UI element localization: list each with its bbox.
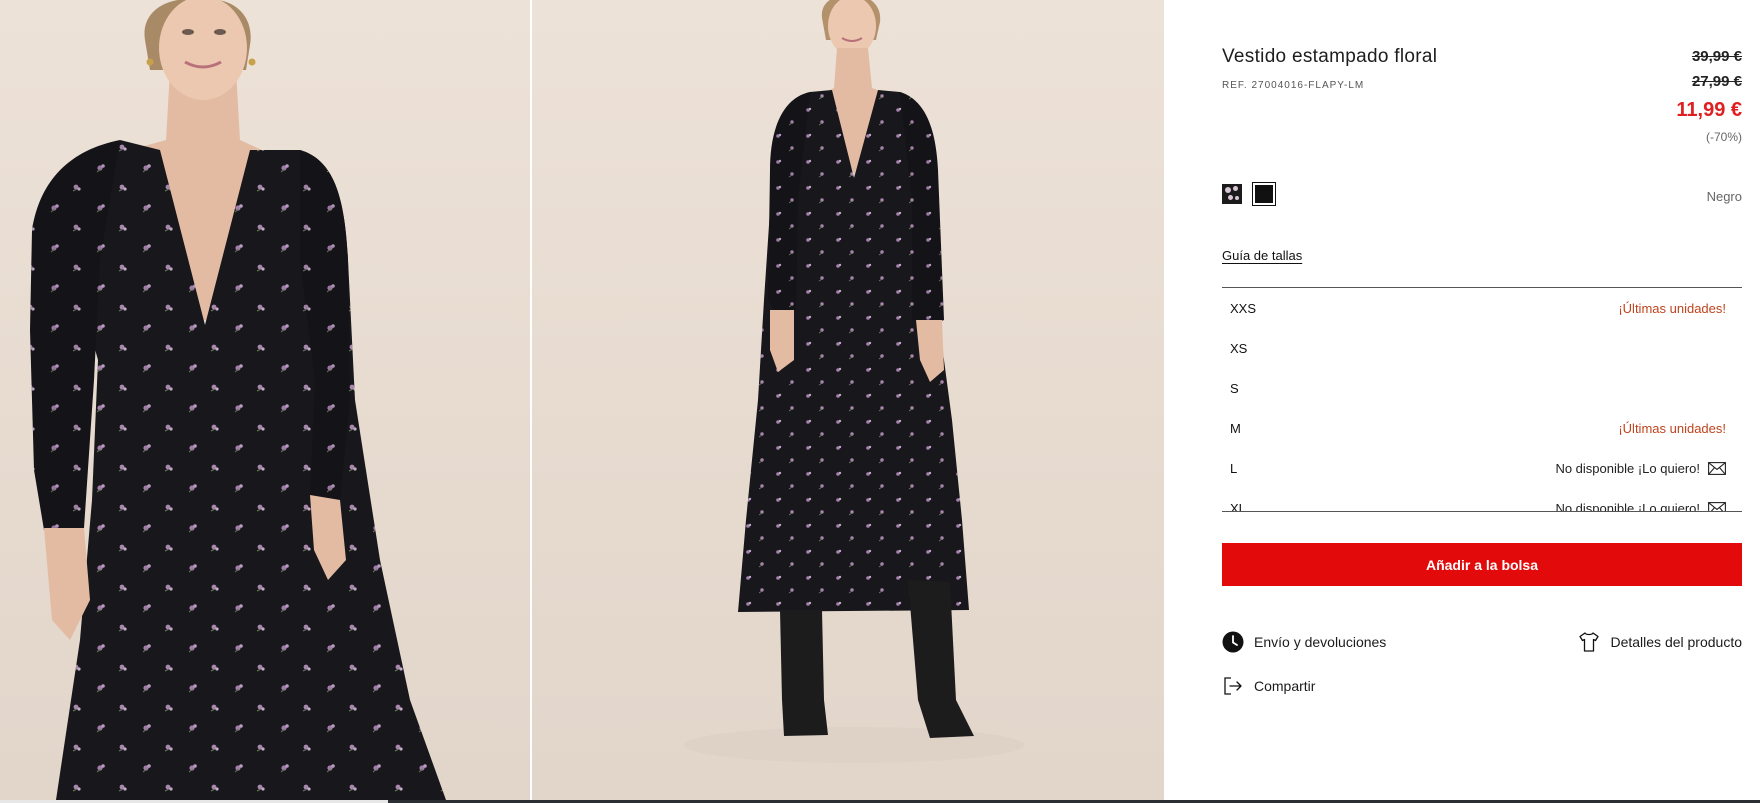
share-icon xyxy=(1224,677,1242,695)
share-label: Compartir xyxy=(1254,678,1316,694)
size-label: XL xyxy=(1230,500,1246,512)
size-availability-notify[interactable]: No disponible ¡Lo quiero! xyxy=(1555,461,1726,476)
size-label: XXS xyxy=(1230,300,1257,316)
original-price-1: 39,99 € xyxy=(1691,48,1742,65)
model-fullbody-illustration xyxy=(684,0,1024,763)
current-price: 11,99 € xyxy=(1676,99,1742,121)
shipping-returns-label: Envío y devoluciones xyxy=(1254,634,1387,650)
product-reference: REF. 27004016-FLAPY-LM xyxy=(1222,80,1365,91)
size-option-l[interactable]: L No disponible ¡Lo quiero! xyxy=(1222,448,1742,488)
size-label: XS xyxy=(1230,340,1248,356)
product-gallery xyxy=(0,0,1164,800)
size-label: L xyxy=(1230,460,1238,476)
shipping-returns-link[interactable]: Envío y devoluciones xyxy=(1222,631,1386,653)
selected-color-name: Negro xyxy=(1706,189,1742,204)
size-option-xl[interactable]: XL No disponible ¡Lo quiero! xyxy=(1222,488,1742,512)
size-option-s[interactable]: S xyxy=(1222,368,1742,408)
color-swatches xyxy=(1222,182,1276,206)
product-photo-closeup[interactable] xyxy=(0,0,530,800)
model-closeup-illustration xyxy=(30,0,446,800)
share-link[interactable]: Compartir xyxy=(1222,675,1315,697)
mail-icon xyxy=(1708,461,1726,475)
size-availability-text: No disponible ¡Lo quiero! xyxy=(1555,500,1700,512)
size-option-xs[interactable]: XS xyxy=(1222,328,1742,368)
tshirt-icon xyxy=(1579,632,1600,652)
size-availability-notify[interactable]: No disponible ¡Lo quiero! xyxy=(1555,500,1726,512)
mail-icon xyxy=(1708,501,1726,511)
size-option-xxs[interactable]: XXS ¡Últimas unidades! xyxy=(1222,288,1742,328)
product-details-link[interactable]: Detalles del producto xyxy=(1578,631,1742,653)
color-swatch-floral[interactable] xyxy=(1222,184,1242,204)
product-photo-fullbody[interactable] xyxy=(532,0,1164,800)
original-price-2: 27,99 € xyxy=(1691,73,1742,90)
size-availability: ¡Últimas unidades! xyxy=(1618,420,1726,436)
price-block: 39,99 € 27,99 € 11,99 € (-70%) xyxy=(1676,44,1742,145)
color-swatch-black-selected[interactable] xyxy=(1252,182,1276,206)
size-label: S xyxy=(1230,380,1239,396)
clock-icon xyxy=(1222,631,1244,653)
product-page: Vestido estampado floral REF. 27004016-F… xyxy=(0,0,1760,803)
size-list[interactable]: XXS ¡Últimas unidades! XS S M ¡Últimas u… xyxy=(1222,287,1742,512)
discount-percentage: (-70%) xyxy=(1705,130,1742,144)
product-info-panel: Vestido estampado floral REF. 27004016-F… xyxy=(1222,0,1742,800)
product-details-label: Detalles del producto xyxy=(1610,634,1742,650)
product-title: Vestido estampado floral xyxy=(1222,46,1438,67)
size-guide-link[interactable]: Guía de tallas xyxy=(1222,248,1302,263)
size-availability: ¡Últimas unidades! xyxy=(1618,300,1726,316)
size-availability-text: No disponible ¡Lo quiero! xyxy=(1555,460,1700,476)
size-option-m[interactable]: M ¡Últimas unidades! xyxy=(1222,408,1742,448)
add-to-bag-button[interactable]: Añadir a la bolsa xyxy=(1222,543,1742,586)
size-label: M xyxy=(1230,420,1241,436)
